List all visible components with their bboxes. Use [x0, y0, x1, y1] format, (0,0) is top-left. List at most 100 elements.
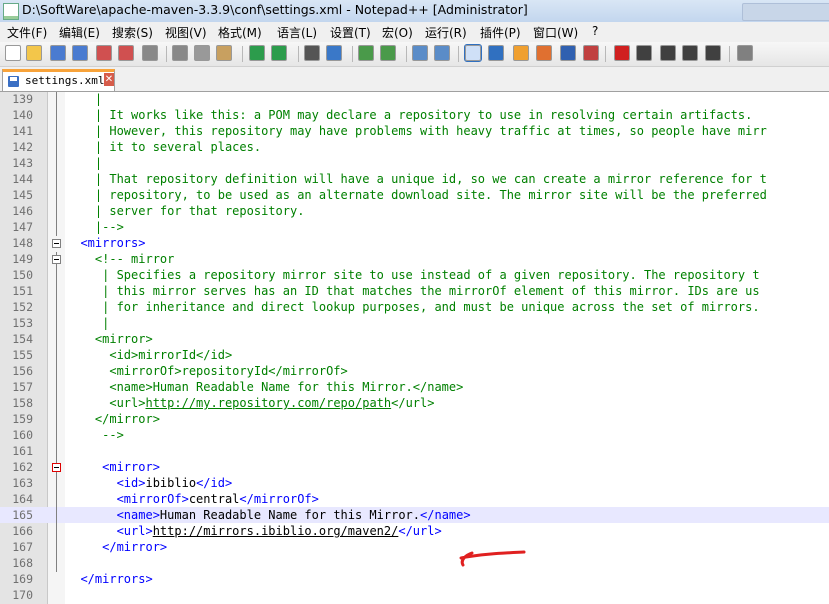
copy-icon[interactable] — [194, 45, 210, 61]
code-line[interactable]: 145 | repository, to be used as an alter… — [0, 187, 829, 203]
show-all-icon[interactable] — [488, 45, 504, 61]
line-number: 143 — [12, 156, 33, 170]
code-segment: <mirror> — [66, 332, 153, 346]
code-line[interactable]: 160 --> — [0, 427, 829, 443]
code-line[interactable]: 151 | this mirror serves has an ID that … — [0, 283, 829, 299]
code-line[interactable]: 149 <!-- mirror — [0, 251, 829, 267]
code-line[interactable]: 165 <name>Human Readable Name for this M… — [0, 507, 829, 523]
menu-item-10[interactable]: 窗口(W) — [533, 24, 578, 41]
menu-item-7[interactable]: 宏(O) — [382, 24, 413, 41]
code-line[interactable]: 140 | It works like this: a POM may decl… — [0, 107, 829, 123]
spellcheck-icon[interactable] — [737, 45, 753, 61]
close-icon[interactable] — [96, 45, 112, 61]
code-segment: | for inheritance and direct lookup purp… — [66, 300, 760, 314]
code-text: | repository, to be used as an alternate… — [66, 187, 767, 203]
code-line[interactable]: 169 </mirrors> — [0, 571, 829, 587]
tab-label: settings.xml — [25, 74, 105, 87]
line-number: 160 — [12, 428, 33, 442]
run-macro-multiple-icon[interactable] — [682, 45, 698, 61]
code-line[interactable]: 155 <id>mirrorId</id> — [0, 347, 829, 363]
code-line[interactable]: 147 |--> — [0, 219, 829, 235]
menu-item-0[interactable]: 文件(F) — [7, 24, 47, 41]
udl-icon[interactable] — [536, 45, 552, 61]
code-segment: http://mirrors.ibiblio.org/maven2/ — [152, 524, 399, 538]
record-macro-icon[interactable] — [614, 45, 630, 61]
menu-item-11[interactable]: ? — [592, 24, 598, 38]
save-all-icon[interactable] — [72, 45, 88, 61]
fold-toggle[interactable] — [52, 463, 61, 472]
stop-macro-icon[interactable] — [636, 45, 652, 61]
play-macro-icon[interactable] — [660, 45, 676, 61]
replace-icon[interactable] — [326, 45, 342, 61]
window-controls-area[interactable] — [742, 3, 829, 21]
menu-item-8[interactable]: 运行(R) — [425, 24, 467, 41]
code-line[interactable]: 146 | server for that repository. — [0, 203, 829, 219]
code-line[interactable]: 144 | That repository definition will ha… — [0, 171, 829, 187]
fold-toggle[interactable] — [52, 255, 61, 264]
code-text: <id>ibiblio</id> — [66, 475, 233, 491]
redo-icon[interactable] — [271, 45, 287, 61]
menu-item-1[interactable]: 编辑(E) — [59, 24, 100, 41]
menu-item-3[interactable]: 视图(V) — [165, 24, 207, 41]
code-line[interactable]: 163 <id>ibiblio</id> — [0, 475, 829, 491]
code-line[interactable]: 152 | for inheritance and direct lookup … — [0, 299, 829, 315]
open-file-icon[interactable] — [26, 45, 42, 61]
code-segment: --> — [66, 428, 124, 442]
fold-toggle[interactable] — [52, 239, 61, 248]
wrap-icon[interactable] — [464, 44, 482, 62]
code-text: | Specifies a repository mirror site to … — [66, 267, 759, 283]
cut-icon[interactable] — [172, 45, 188, 61]
code-line[interactable]: 148 <mirrors> — [0, 235, 829, 251]
code-line[interactable]: 162 <mirror> — [0, 459, 829, 475]
notepadpp-app-icon — [3, 3, 19, 20]
code-line[interactable]: 139 | — [0, 91, 829, 107]
editor-area[interactable]: 139 | 140 | It works like this: a POM may… — [0, 92, 829, 604]
code-text: </mirror> — [66, 411, 160, 427]
zoom-in-icon[interactable] — [358, 45, 374, 61]
code-line[interactable]: 157 <name>Human Readable Name for this M… — [0, 379, 829, 395]
tab-settings-xml[interactable]: settings.xml ✕ — [2, 69, 115, 91]
code-line[interactable]: 142 | it to several places. — [0, 139, 829, 155]
code-text: <mirror> — [66, 459, 160, 475]
print-icon[interactable] — [142, 45, 158, 61]
code-line[interactable]: 161 — [0, 443, 829, 459]
code-line[interactable]: 156 <mirrorOf>repositoryId</mirrorOf> — [0, 363, 829, 379]
menu-item-6[interactable]: 设置(T) — [330, 24, 371, 41]
code-text: <mirrors> — [66, 235, 145, 251]
code-line[interactable]: 170 — [0, 587, 829, 603]
menu-item-2[interactable]: 搜索(S) — [112, 24, 153, 41]
menu-item-9[interactable]: 插件(P) — [480, 24, 521, 41]
code-segment: | — [66, 316, 110, 330]
code-line[interactable]: 154 <mirror> — [0, 331, 829, 347]
code-line[interactable]: 167 </mirror> — [0, 539, 829, 555]
tab-close-button[interactable]: ✕ — [104, 73, 114, 86]
code-line[interactable]: 166 <url>http://mirrors.ibiblio.org/mave… — [0, 523, 829, 539]
code-line[interactable]: 168 — [0, 555, 829, 571]
line-number: 139 — [12, 92, 33, 106]
code-line[interactable]: 143 | — [0, 155, 829, 171]
save-macro-icon[interactable] — [705, 45, 721, 61]
line-number: 157 — [12, 380, 33, 394]
zoom-out-icon[interactable] — [380, 45, 396, 61]
new-file-icon[interactable] — [5, 45, 21, 61]
code-line[interactable]: 141 | However, this repository may have … — [0, 123, 829, 139]
function-list-icon[interactable] — [583, 45, 599, 61]
code-line[interactable]: 150 | Specifies a repository mirror site… — [0, 267, 829, 283]
code-line[interactable]: 159 </mirror> — [0, 411, 829, 427]
code-line[interactable]: 158 <url>http://my.repository.com/repo/p… — [0, 395, 829, 411]
sync-v-icon[interactable] — [412, 45, 428, 61]
undo-icon[interactable] — [249, 45, 265, 61]
menu-item-5[interactable]: 语言(L) — [277, 24, 317, 41]
indent-guide-icon[interactable] — [513, 45, 529, 61]
line-number: 165 — [12, 508, 33, 522]
code-line[interactable]: 164 <mirrorOf>central</mirrorOf> — [0, 491, 829, 507]
sync-h-icon[interactable] — [434, 45, 450, 61]
paste-icon[interactable] — [216, 45, 232, 61]
code-line[interactable]: 153 | — [0, 315, 829, 331]
save-icon[interactable] — [50, 45, 66, 61]
close-all-icon[interactable] — [118, 45, 134, 61]
code-text: <url>http://mirrors.ibiblio.org/maven2/<… — [66, 523, 442, 539]
menu-item-4[interactable]: 格式(M) — [218, 24, 262, 41]
doc-map-icon[interactable] — [560, 45, 576, 61]
find-icon[interactable] — [304, 45, 320, 61]
